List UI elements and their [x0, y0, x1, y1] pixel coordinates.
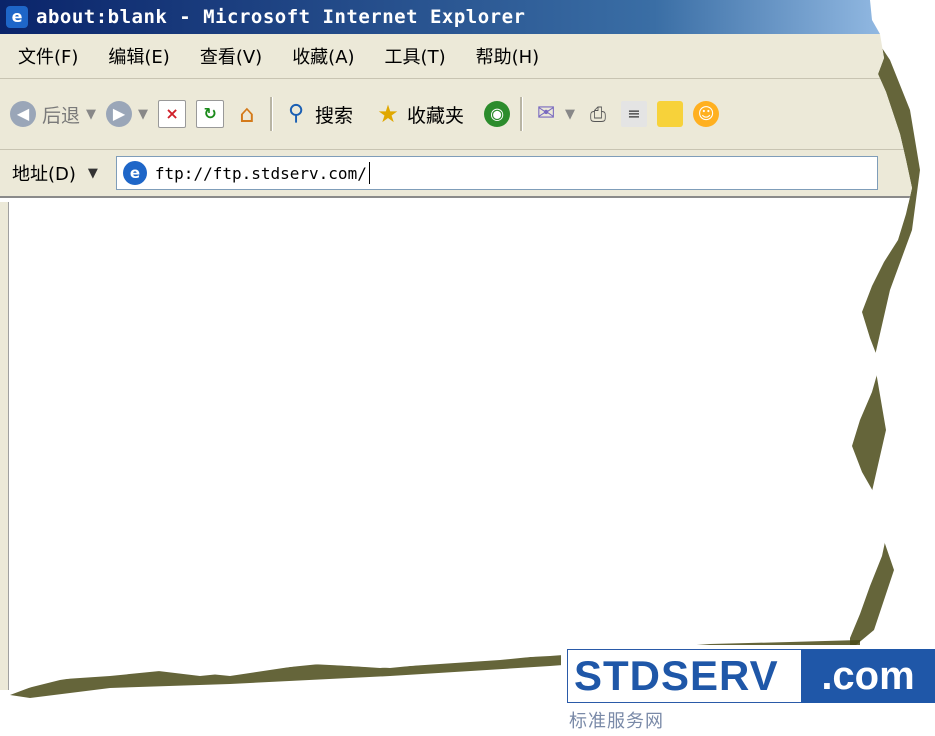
- toolbar-separator: [270, 97, 274, 131]
- search-label: 搜索: [315, 104, 354, 127]
- favorites-button[interactable]: ★ 收藏夹: [375, 101, 464, 128]
- stdserv-watermark: STDSERV .com 标准服务网: [561, 645, 935, 736]
- address-toolbar-dropdown-icon[interactable]: ▼: [88, 166, 98, 181]
- discuss-button[interactable]: [657, 101, 684, 127]
- menu-help[interactable]: 帮助(H): [472, 41, 544, 71]
- menu-edit[interactable]: 编辑(E): [104, 41, 173, 71]
- edit-page-icon: ≡: [621, 101, 648, 127]
- print-icon: ⎙: [590, 102, 607, 126]
- window-title: about:blank - Microsoft Internet Explore…: [36, 6, 526, 28]
- menu-bar: 文件(F) 编辑(E) 查看(V) 收藏(A) 工具(T) 帮助(H): [0, 34, 912, 79]
- print-button[interactable]: ⎙: [585, 101, 611, 127]
- back-button[interactable]: ◀ 后退 ▼: [10, 101, 96, 128]
- text-caret: [368, 162, 370, 184]
- ie-icon: e: [6, 6, 28, 28]
- toolbar-separator: [520, 97, 524, 131]
- address-bar: 地址(D) ▼ e ftp://ftp.stdserv.com/: [0, 150, 912, 196]
- stop-button[interactable]: ×: [158, 100, 187, 128]
- content-left-edge: [0, 202, 9, 690]
- back-dropdown-icon[interactable]: ▼: [86, 107, 96, 122]
- address-label: 地址(D): [12, 164, 76, 185]
- home-button[interactable]: ⌂: [234, 101, 260, 127]
- watermark-brand-left: STDSERV: [567, 649, 825, 703]
- standard-toolbar: ◀ 后退 ▼ ▶ ▼ × ↻ ⌂ ⚲ 搜索 ★ 收藏夹 ◉ ✉ ▼ ⎙ ≡ ☺: [0, 79, 912, 150]
- mail-button[interactable]: ✉ ▼: [533, 101, 575, 127]
- refresh-button[interactable]: ↻: [196, 100, 225, 128]
- favorites-star-icon: ★: [377, 100, 399, 128]
- search-icon: ⚲: [287, 101, 305, 126]
- forward-dropdown-icon[interactable]: ▼: [138, 107, 148, 122]
- content-frame-border: [0, 196, 912, 204]
- back-label: 后退: [42, 104, 81, 127]
- watermark-subtitle: 标准服务网: [569, 711, 664, 732]
- media-button[interactable]: ◉: [484, 101, 511, 127]
- mail-dropdown-icon[interactable]: ▼: [565, 107, 575, 122]
- search-button[interactable]: ⚲ 搜索: [283, 101, 353, 128]
- title-bar: e about:blank - Microsoft Internet Explo…: [0, 0, 912, 34]
- forward-arrow-icon: ▶: [106, 101, 133, 127]
- menu-tools[interactable]: 工具(T): [381, 41, 450, 71]
- stop-icon: ×: [158, 100, 187, 128]
- menu-favorites[interactable]: 收藏(A): [288, 41, 358, 71]
- browser-window: e about:blank - Microsoft Internet Explo…: [0, 0, 912, 690]
- menu-view[interactable]: 查看(V): [196, 41, 266, 71]
- home-icon: ⌂: [239, 100, 255, 128]
- address-input[interactable]: e ftp://ftp.stdserv.com/: [115, 156, 878, 190]
- mail-icon: ✉: [536, 101, 556, 126]
- back-arrow-icon: ◀: [10, 101, 36, 127]
- messenger-icon: ☺: [693, 101, 720, 127]
- note-icon: [657, 101, 684, 127]
- forward-button[interactable]: ▶ ▼: [106, 101, 148, 127]
- menu-file[interactable]: 文件(F): [14, 41, 82, 71]
- page-ie-icon: e: [122, 161, 147, 185]
- favorites-label: 收藏夹: [407, 104, 465, 127]
- media-icon: ◉: [484, 101, 511, 127]
- messenger-button[interactable]: ☺: [693, 101, 720, 127]
- refresh-icon: ↻: [196, 100, 225, 128]
- watermark-brand-right: .com: [801, 649, 935, 703]
- address-url[interactable]: ftp://ftp.stdserv.com/: [155, 164, 367, 183]
- edit-button[interactable]: ≡: [621, 101, 648, 127]
